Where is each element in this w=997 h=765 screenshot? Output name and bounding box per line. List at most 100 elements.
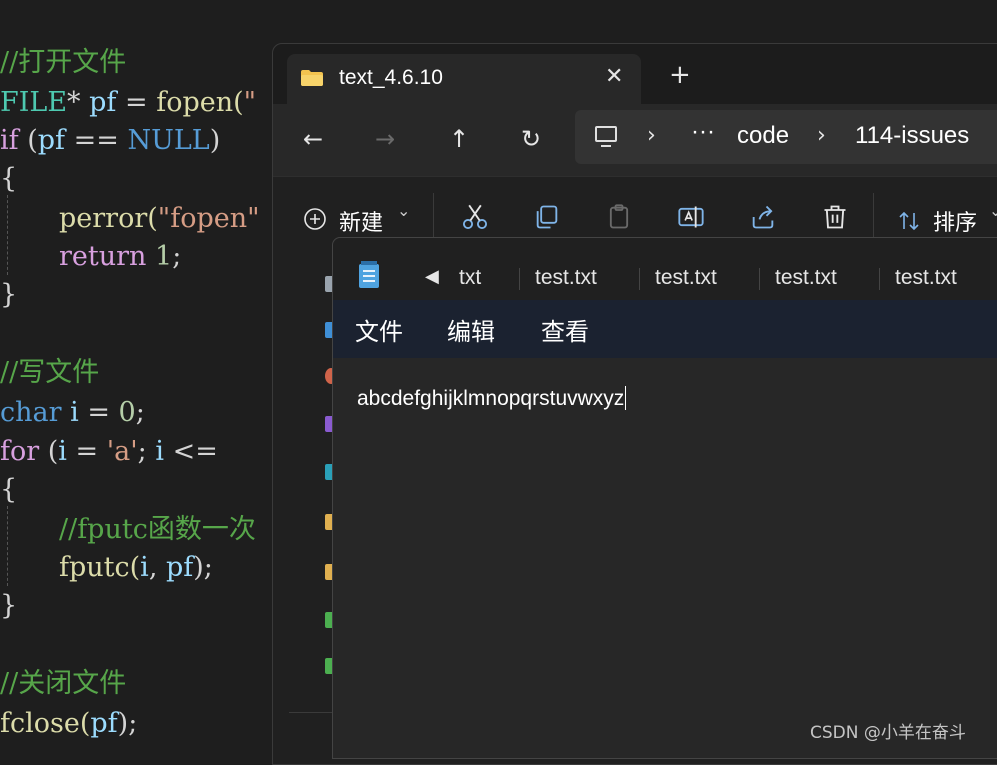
text-caret: [625, 386, 627, 410]
explorer-tab[interactable]: text_4.6.10 ✕: [287, 54, 641, 104]
code-line: fputc(i, pf);: [59, 549, 213, 587]
code-token: 'a': [106, 436, 138, 467]
notepad-icon: [359, 261, 379, 288]
code-comment: //写文件: [0, 357, 100, 388]
address-bar[interactable]: › ··· code › 114-issues: [575, 110, 997, 164]
code-token: ): [209, 125, 221, 156]
code-token: ,: [148, 552, 166, 583]
new-button[interactable]: 新建: [339, 205, 383, 237]
add-circle-icon[interactable]: [303, 207, 327, 231]
code-token: for: [0, 436, 40, 467]
tab-divider: [759, 268, 760, 290]
share-icon[interactable]: [749, 203, 777, 231]
notepad-tab[interactable]: txt: [459, 266, 481, 290]
code-token: FILE: [0, 87, 68, 118]
breadcrumb-item-code[interactable]: code: [737, 122, 789, 150]
code-token: return: [59, 241, 147, 272]
code-token: i: [61, 397, 79, 428]
code-token: *: [67, 87, 81, 118]
code-line: return 1;: [59, 238, 181, 276]
notepad-window[interactable]: ◀ txt test.txt test.txt test.txt test.tx…: [332, 237, 997, 759]
code-token: fopen(: [156, 87, 244, 118]
breadcrumb-more[interactable]: ···: [691, 118, 715, 146]
code-token: i: [140, 552, 149, 583]
menu-view[interactable]: 查看: [541, 312, 589, 347]
sort-icon[interactable]: [897, 209, 921, 233]
code-comment: //打开文件: [0, 47, 127, 78]
code-token: perror(: [59, 203, 158, 234]
code-token: =: [116, 87, 157, 118]
code-token: i: [58, 436, 67, 467]
code-brace: {: [0, 474, 18, 505]
code-token: char: [0, 397, 62, 428]
notepad-tab[interactable]: test.txt: [895, 266, 957, 290]
code-token: (: [39, 436, 59, 467]
up-arrow-icon[interactable]: ↑: [449, 124, 469, 154]
chevron-down-icon[interactable]: ⌄: [397, 201, 410, 220]
copy-icon[interactable]: [533, 203, 561, 231]
folder-icon: [301, 70, 323, 86]
code-token: NULL: [127, 125, 210, 156]
code-token: pf: [165, 552, 194, 583]
watermark: CSDN @小羊在奋斗: [810, 723, 966, 743]
menu-edit[interactable]: 编辑: [447, 312, 495, 347]
chevron-right-icon[interactable]: ›: [647, 123, 656, 148]
tab-divider: [519, 268, 520, 290]
code-token: 0: [118, 397, 136, 428]
notepad-tab-bar: ◀ txt test.txt test.txt test.txt test.tx…: [333, 238, 997, 300]
code-token: <=: [164, 436, 218, 467]
code-line: char i = 0;: [0, 394, 145, 432]
code-token: =: [66, 436, 107, 467]
notepad-text: abcdefghijklmnopqrstuvwxyz: [357, 387, 625, 410]
notepad-tab[interactable]: test.txt: [535, 266, 597, 290]
notepad-tab[interactable]: test.txt: [775, 266, 837, 290]
indent-guide: [7, 195, 8, 275]
code-token: pf: [80, 87, 117, 118]
explorer-tab-title: text_4.6.10: [339, 66, 443, 89]
delete-icon[interactable]: [821, 203, 849, 231]
computer-icon[interactable]: [595, 126, 617, 147]
tab-divider: [879, 268, 880, 290]
code-line: FILE* pf = fopen(": [0, 84, 256, 122]
sort-button[interactable]: 排序: [933, 205, 977, 237]
cut-icon[interactable]: [461, 203, 489, 231]
forward-arrow-icon[interactable]: →: [375, 124, 395, 154]
breadcrumb-item-114-issues[interactable]: 114-issues: [855, 122, 969, 150]
code-token: pf: [90, 708, 118, 739]
code-token: fputc(: [59, 552, 141, 583]
notepad-text-area[interactable]: abcdefghijklmnopqrstuvwxyz: [333, 358, 997, 758]
code-token: pf: [37, 125, 66, 156]
code-token: ;: [135, 397, 145, 428]
notepad-menu-bar: 文件 编辑 查看: [333, 300, 997, 358]
code-token: (: [18, 125, 38, 156]
explorer-tab-bar: text_4.6.10 ✕ +: [273, 44, 997, 104]
code-brace: }: [0, 279, 18, 310]
menu-file[interactable]: 文件: [355, 312, 403, 347]
code-line: fclose(pf);: [0, 705, 137, 743]
code-line: if (pf == NULL): [0, 122, 220, 160]
code-token: if: [0, 125, 19, 156]
new-tab-button[interactable]: +: [669, 62, 691, 88]
chevron-right-icon[interactable]: ›: [817, 123, 826, 148]
code-token: );: [117, 708, 138, 739]
code-token: 1: [146, 241, 173, 272]
explorer-nav-bar: ← → ↑ ↻ › ··· code › 114-issues: [273, 104, 997, 176]
chevron-down-icon[interactable]: ⌄: [989, 201, 997, 220]
code-token: );: [193, 552, 213, 583]
tab-divider: [639, 268, 640, 290]
scroll-left-icon[interactable]: ◀: [425, 266, 439, 287]
code-token: =: [78, 397, 119, 428]
notepad-content: abcdefghijklmnopqrstuvwxyz: [357, 386, 627, 411]
explorer-sidebar: [273, 258, 337, 758]
code-token: "fopen": [157, 203, 260, 234]
paste-icon[interactable]: [605, 203, 633, 231]
refresh-icon[interactable]: ↻: [521, 124, 541, 154]
code-line: for (i = 'a'; i <=: [0, 433, 218, 471]
code-token: ;: [137, 436, 156, 467]
code-token: fclose(: [0, 708, 91, 739]
rename-icon[interactable]: [677, 203, 705, 231]
back-arrow-icon[interactable]: ←: [303, 124, 323, 154]
toolbar-divider: [873, 193, 874, 243]
notepad-tab[interactable]: test.txt: [655, 266, 717, 290]
close-icon[interactable]: ✕: [605, 64, 623, 89]
